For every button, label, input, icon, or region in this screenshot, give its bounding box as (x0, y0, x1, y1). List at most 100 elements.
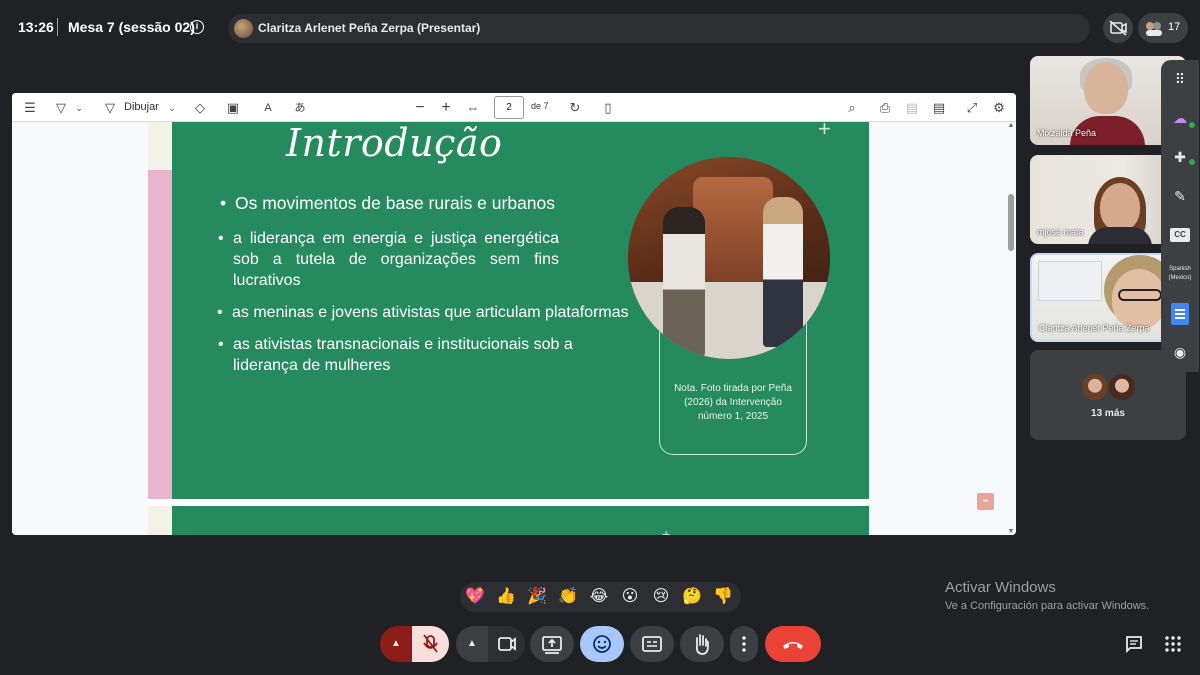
photo-caption: Nota. Foto tirada por Peña (2026) da Int… (674, 383, 792, 422)
zoom-in-icon[interactable]: + (437, 99, 455, 117)
rotate-icon[interactable]: ↻ (566, 99, 584, 117)
save-as-icon[interactable]: ▤ (930, 99, 948, 117)
draw-label[interactable]: Dibujar (124, 101, 159, 113)
side-tools-panel: ⠿ ☁ ✚ ✎ CC Spanish (Mexico) ◉ (1161, 60, 1199, 372)
chevron-down-icon[interactable]: ⌄ (163, 99, 181, 117)
slide-pink-stripe (148, 170, 172, 500)
avatar (1080, 372, 1110, 402)
camera-off-icon (1109, 20, 1127, 36)
zoom-out-icon[interactable]: − (411, 99, 429, 117)
captions-icon[interactable]: CC (1170, 228, 1190, 242)
camera-icon[interactable]: ◉ (1170, 342, 1190, 362)
reaction-thumbs-up[interactable]: 👍 (492, 586, 520, 608)
highlighter-icon[interactable]: ▽ (52, 99, 70, 117)
search-icon[interactable]: ⌕ (843, 99, 861, 117)
clock: 13:26 (18, 19, 54, 35)
whiteboard-icon[interactable]: ✎ (1170, 186, 1190, 206)
apps-grid-icon[interactable]: ⠿ (1170, 69, 1190, 89)
info-icon[interactable]: i (190, 20, 204, 34)
reaction-thumbs-down[interactable]: 👎 (709, 586, 737, 608)
effects-icon[interactable]: ☁ (1170, 108, 1190, 128)
avatar (234, 19, 253, 38)
send-reaction-button[interactable] (580, 626, 624, 662)
hang-up-icon (783, 642, 803, 649)
participant-count: 17 (1168, 21, 1181, 33)
fit-page-icon[interactable]: ⇔ (464, 99, 482, 117)
raise-hand-button[interactable] (680, 626, 724, 662)
camera-toggle-button[interactable] (488, 626, 525, 662)
reaction-clap[interactable]: 👏 (554, 586, 582, 608)
pdf-page-area[interactable]: Introdução + Os movimentos de base rurai… (12, 116, 1016, 535)
captions-button[interactable] (630, 626, 674, 662)
present-screen-button[interactable] (530, 626, 574, 662)
meeting-title: Mesa 7 (sessão 02) (68, 19, 195, 35)
settings-icon[interactable]: ⚙ (990, 99, 1008, 117)
top-bar: 13:26 Mesa 7 (sessão 02) i Claritza Arle… (0, 0, 1200, 56)
plus-decoration: + (818, 116, 831, 141)
reaction-laugh[interactable]: 😂 (585, 586, 613, 608)
activity-icon[interactable]: ✚ (1170, 147, 1190, 167)
people-button[interactable]: 17 (1138, 13, 1188, 43)
hand-icon (695, 634, 709, 655)
print-icon[interactable]: ⎙ (876, 99, 894, 117)
mic-toggle-button[interactable] (412, 626, 449, 662)
bullet-item: Os movimentos de base rurais e urbanos (220, 193, 555, 214)
slide-photo (628, 157, 830, 359)
caption-language[interactable]: Spanish (Mexico) (1161, 265, 1199, 283)
participant-name: Claritza Arlenet Peña Zerpa (1039, 323, 1150, 333)
reaction-party[interactable]: 🎉 (523, 586, 551, 608)
captions-icon (642, 636, 662, 652)
avatar (1107, 372, 1137, 402)
more-options-button[interactable] (730, 626, 758, 662)
reaction-sad[interactable]: 😢 (647, 586, 675, 608)
read-aloud-icon[interactable]: A (259, 99, 277, 117)
bullet-item: as ativistas transnacionais e institucio… (218, 334, 593, 376)
outline-icon[interactable]: ☰ (21, 99, 39, 117)
bullet-item: a liderança em energia e justiça energét… (218, 228, 559, 291)
scrollbar[interactable]: ▲ ▼ (1007, 122, 1015, 535)
pdf-toolbar: ☰ ▽ ⌄ ▽ Dibujar ⌄ ◇ ▣ A あ − + ⇔ 2 de 7 ↻… (12, 93, 1016, 122)
bullet-item: as meninas e jovens ativistas que articu… (217, 302, 629, 323)
presenter-banner[interactable]: Claritza Arlenet Peña Zerpa (Presentar) (228, 14, 1090, 43)
draw-icon[interactable]: ▽ (101, 99, 119, 117)
reaction-surprised[interactable]: 😮 (616, 586, 644, 608)
slide-title: Introdução (286, 121, 503, 165)
slide-page: Introdução + Os movimentos de base rurai… (172, 116, 869, 499)
fullscreen-icon[interactable]: ⤢ (963, 99, 981, 117)
eraser-icon[interactable]: ◇ (191, 99, 209, 117)
plus-decoration: + (662, 526, 671, 535)
reaction-heart[interactable]: 💖 (461, 586, 489, 608)
pdf-icon: ⌁ (977, 493, 994, 510)
docs-icon[interactable] (1171, 303, 1189, 325)
text-box-icon[interactable]: ▣ (224, 99, 242, 117)
chevron-down-icon[interactable]: ⌄ (70, 99, 88, 117)
more-vert-icon (742, 636, 746, 652)
emoji-icon (593, 635, 611, 653)
mic-options-chevron-icon[interactable]: ▲ (380, 626, 412, 662)
participant-name: mjose mata (1037, 227, 1084, 237)
scroll-up-icon[interactable]: ▲ (1007, 122, 1015, 129)
page-number-input[interactable]: 2 (494, 96, 524, 119)
chat-icon[interactable] (1124, 634, 1144, 654)
scroll-down-icon[interactable]: ▼ (1007, 528, 1015, 535)
scroll-thumb[interactable] (1008, 194, 1014, 251)
camera-off-button[interactable] (1103, 13, 1133, 43)
two-page-icon[interactable]: ▯ (599, 99, 617, 117)
presenter-name: Claritza Arlenet Peña Zerpa (Presentar) (258, 21, 481, 35)
camera-options-chevron-icon[interactable]: ▲ (456, 626, 488, 662)
next-slide-page (172, 506, 869, 535)
status-dot (1188, 121, 1196, 129)
pdf-viewer: ☰ ▽ ⌄ ▽ Dibujar ⌄ ◇ ▣ A あ − + ⇔ 2 de 7 ↻… (12, 93, 1016, 535)
more-participants-label: 13 más (1091, 408, 1125, 419)
leave-call-button[interactable] (765, 626, 821, 662)
video-camera-icon (498, 637, 516, 651)
people-icon (1146, 22, 1162, 36)
page-gap (148, 499, 869, 506)
reaction-thinking[interactable]: 🤔 (678, 586, 706, 608)
microphone-control: ▲ (380, 626, 449, 662)
participant-name: Mixzaida Peña (1037, 128, 1097, 138)
activities-grid-icon[interactable] (1163, 634, 1183, 654)
save-icon[interactable]: ▤ (903, 99, 921, 117)
translate-icon[interactable]: あ (291, 99, 309, 117)
mic-off-icon (423, 634, 438, 653)
